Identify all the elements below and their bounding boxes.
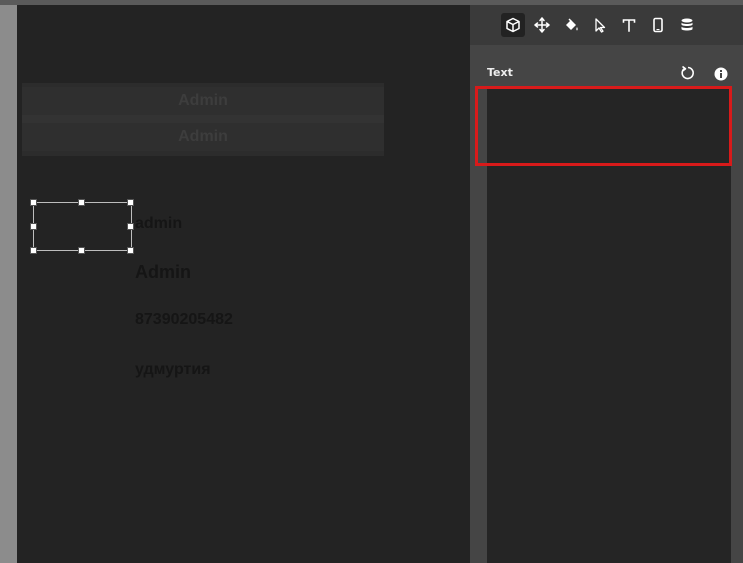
panel-toolbar (470, 5, 743, 45)
selection-box[interactable] (33, 202, 132, 251)
paint-bucket-icon[interactable] (559, 13, 583, 37)
nav-item-admin-2[interactable]: Admin (22, 123, 384, 151)
pointer-icon[interactable] (588, 13, 612, 37)
text-icon[interactable] (617, 13, 641, 37)
field-name[interactable]: Admin (135, 262, 191, 283)
field-region[interactable]: удмуртия (135, 361, 211, 379)
resize-handle-w[interactable] (30, 223, 37, 230)
info-icon[interactable] (714, 66, 728, 85)
resize-handle-n[interactable] (78, 199, 85, 206)
resize-handle-ne[interactable] (127, 199, 134, 206)
resize-handle-e[interactable] (127, 223, 134, 230)
database-icon[interactable] (675, 13, 699, 37)
nav-separator (22, 115, 384, 123)
move-icon[interactable] (530, 13, 554, 37)
resize-handle-se[interactable] (127, 247, 134, 254)
field-username[interactable]: admin (135, 215, 182, 233)
editor-canvas[interactable]: Admin Admin admin Admin 87390205482 удму… (17, 5, 470, 563)
resize-handle-nw[interactable] (30, 199, 37, 206)
resize-handle-s[interactable] (78, 247, 85, 254)
reset-icon[interactable] (680, 65, 696, 85)
resize-handle-sw[interactable] (30, 247, 37, 254)
highlight-box (475, 86, 732, 166)
cube-icon[interactable] (501, 13, 525, 37)
left-gutter (0, 5, 17, 563)
right-panel: Text (470, 5, 743, 563)
section-title: Text (487, 66, 513, 79)
nav-block[interactable]: Admin Admin (22, 83, 384, 156)
nav-item-admin[interactable]: Admin (22, 87, 384, 115)
mobile-icon[interactable] (646, 13, 670, 37)
field-phone[interactable]: 87390205482 (135, 311, 233, 329)
